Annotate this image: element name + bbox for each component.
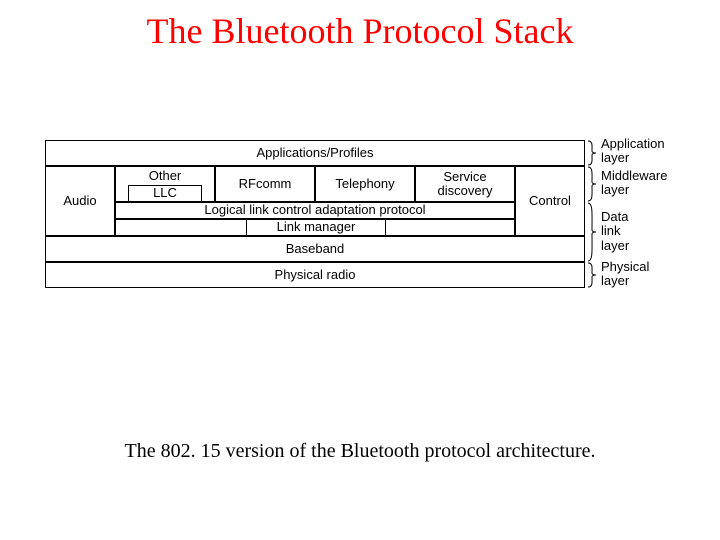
label-control: Control xyxy=(529,194,571,208)
label-link-manager: Link manager xyxy=(277,220,356,234)
box-llc: LLC xyxy=(128,185,202,202)
label-physical-radio: Physical radio xyxy=(275,268,356,282)
layer-label-data-link: Data link layer xyxy=(601,210,629,253)
label-other: Other xyxy=(149,169,182,183)
box-baseband: Baseband xyxy=(45,236,585,262)
figure-caption: The 802. 15 version of the Bluetooth pro… xyxy=(0,440,720,463)
label-rfcomm: RFcomm xyxy=(239,177,292,191)
layer-label-physical: Physical layer xyxy=(601,260,649,289)
page-title: The Bluetooth Protocol Stack xyxy=(0,10,720,52)
box-service-discovery: Service discovery xyxy=(415,166,515,202)
label-audio: Audio xyxy=(63,194,96,208)
box-audio: Audio xyxy=(45,166,115,236)
box-physical-radio: Physical radio xyxy=(45,262,585,288)
box-other-llc: Other LLC xyxy=(115,166,215,202)
layer-label-middleware: Middleware layer xyxy=(601,169,667,198)
brace-application xyxy=(587,140,597,166)
label-l2cap: Logical link control adaptation protocol xyxy=(204,203,425,217)
label-baseband: Baseband xyxy=(286,242,345,256)
label-telephony: Telephony xyxy=(335,177,394,191)
box-l2cap: Logical link control adaptation protocol xyxy=(115,202,515,219)
brace-physical xyxy=(587,262,597,288)
label-other-wrap: Other xyxy=(116,167,214,185)
label-llc: LLC xyxy=(153,186,177,200)
box-control: Control xyxy=(515,166,585,236)
box-rfcomm: RFcomm xyxy=(215,166,315,202)
box-telephony: Telephony xyxy=(315,166,415,202)
brace-middleware xyxy=(587,166,597,202)
layer-label-application: Application layer xyxy=(601,137,665,166)
page: The Bluetooth Protocol Stack Application… xyxy=(0,0,720,540)
box-link-manager: Link manager xyxy=(246,219,386,236)
protocol-stack-diagram: Applications/Profiles Audio Control Othe… xyxy=(45,140,675,320)
label-service-discovery: Service discovery xyxy=(438,170,493,199)
label-applications-profiles: Applications/Profiles xyxy=(256,146,373,160)
box-link-manager-row: Link manager xyxy=(115,219,515,236)
box-applications-profiles: Applications/Profiles xyxy=(45,140,585,166)
brace-data-link xyxy=(587,202,597,262)
